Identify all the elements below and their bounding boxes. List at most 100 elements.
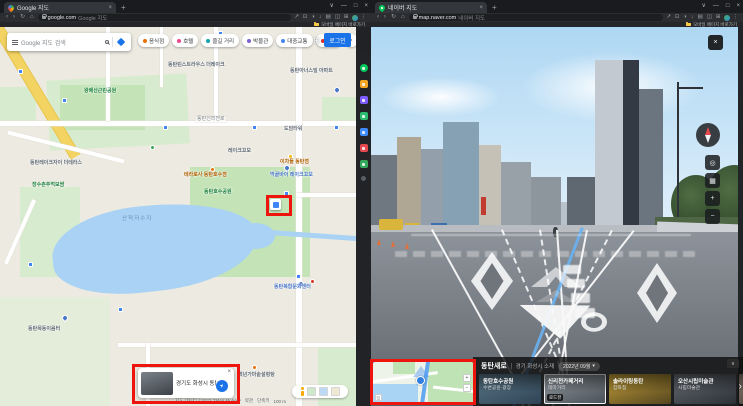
capture-icon[interactable]: ⊡ (674, 13, 681, 22)
map-label: 왕배산근린공원 (84, 88, 117, 94)
lock-icon (412, 14, 418, 19)
compass-control[interactable] (696, 123, 720, 147)
road-paint-glyph (563, 265, 581, 274)
reload-icon[interactable]: ↻ (18, 13, 27, 22)
tab-naver-map[interactable]: 네이버 지도 × (375, 2, 487, 13)
sidebar-icon[interactable]: ▤ (324, 13, 331, 22)
pegman-icon[interactable] (300, 387, 304, 396)
card-place-category: 시립미술관 (678, 386, 701, 391)
menu-icon[interactable]: ⋮ (732, 13, 740, 22)
cards-next-arrow[interactable]: › (739, 381, 742, 392)
split-view-icon[interactable]: ◫ (706, 13, 713, 22)
tab-close-icon[interactable]: × (479, 5, 483, 11)
map-style-thumb[interactable] (331, 387, 340, 396)
lake-inlet (235, 223, 275, 249)
profile-avatar[interactable] (723, 14, 730, 21)
minimap-toggle-button[interactable]: ▦ (705, 173, 720, 188)
sidebar-app-purple[interactable] (359, 96, 368, 104)
maximize-icon[interactable]: □ (726, 1, 730, 11)
forward-icon[interactable]: › (11, 13, 17, 22)
minimize-icon[interactable]: — (341, 1, 347, 11)
map-style-thumb[interactable] (307, 387, 316, 396)
transit-badge (28, 262, 33, 267)
directions-icon[interactable] (116, 37, 126, 47)
panel-card-2[interactable]: 신리천카페거리 테마거리 로드뷰 (544, 374, 606, 404)
chip-1[interactable]: 음식점 (138, 34, 170, 47)
poi-dot[interactable] (252, 365, 257, 370)
chip-2[interactable]: 호텔 (172, 34, 199, 47)
sidebar-app-add[interactable] (361, 176, 366, 181)
panel-card-4[interactable]: 오산시립미술관 시립미술관 (674, 374, 736, 404)
whale-icon[interactable]: ◑ (310, 13, 315, 22)
sidebar-app-blue[interactable] (359, 128, 368, 136)
maps-search-box[interactable]: Google 지도 검색 (7, 33, 131, 51)
panel-header: 동탄새로 경기 화성시 소재 2022년 09월 ▾ (473, 357, 743, 373)
forward-icon[interactable]: › (382, 13, 388, 22)
chip-4[interactable]: 박물관 (242, 34, 274, 47)
minimize-icon[interactable]: — (713, 1, 719, 11)
download-icon[interactable]: ↓ (318, 13, 323, 22)
google-maps-window: Google 지도 × + ∨ — □ × ‹ › ↻ ⌂ google.com Googl… (0, 0, 371, 406)
maximize-icon[interactable]: □ (354, 1, 358, 11)
home-icon[interactable]: ⌂ (399, 13, 407, 22)
sidebar-icon[interactable]: ▤ (696, 13, 703, 22)
profile-avatar[interactable] (351, 14, 358, 21)
share-icon[interactable]: ↗ (665, 13, 672, 22)
capture-icon[interactable]: ⊡ (302, 13, 309, 22)
sidebar-app-green[interactable] (359, 112, 368, 120)
panel-card-3[interactable]: 솔라이팅동탄 잡화점 (609, 374, 671, 404)
roadview-close-button[interactable]: × (708, 35, 723, 50)
search-input[interactable]: Google 지도 검색 (21, 38, 102, 47)
menu-hamburger-icon[interactable] (12, 39, 18, 45)
tab-close-icon[interactable]: × (108, 5, 112, 11)
close-icon[interactable]: × (736, 1, 740, 11)
back-icon[interactable]: ‹ (375, 13, 381, 22)
sidebar-app-orange[interactable] (359, 80, 368, 88)
share-icon[interactable]: ↗ (293, 13, 300, 22)
tab-search-icon[interactable]: ∨ (701, 1, 705, 11)
chip-5[interactable]: 대중교통 (276, 34, 313, 47)
split-view-icon[interactable]: ◫ (334, 13, 341, 22)
poi-dot[interactable] (150, 145, 155, 150)
address-bar[interactable]: map.naver.com 네이버 지도 (408, 14, 664, 21)
download-icon[interactable]: ↓ (690, 13, 695, 22)
poi-pin[interactable] (332, 85, 342, 95)
panel-collapse-button[interactable]: ∨ (727, 359, 739, 368)
map-label: 장수촌주먹보쌈 (32, 182, 65, 188)
extensions-icon[interactable]: ⊞ (715, 13, 722, 22)
menu-icon[interactable]: ⋮ (360, 13, 368, 22)
map-style-switcher[interactable] (292, 385, 348, 398)
tab-google-maps[interactable]: Google 지도 × (4, 2, 116, 13)
apps-grid-icon[interactable]: ⊞ (313, 36, 320, 45)
panel-card-1[interactable]: 동탄호수공원 수변공원·광장 (479, 374, 541, 404)
sidebar-app-red[interactable] (359, 144, 368, 152)
chip-3[interactable]: 즐길 거리 (201, 34, 240, 47)
transit-badge (18, 69, 23, 74)
zoom-in-button[interactable]: + (705, 191, 720, 206)
roadview-viewport[interactable]: × ◎ ▦ + − 동탄새로 경기 화성시 소재 2022년 09월 ▾ 동탄호… (371, 27, 743, 406)
new-tab-button[interactable]: + (121, 3, 126, 13)
zoom-out-button[interactable]: − (705, 209, 720, 224)
measure-button[interactable]: ◎ (705, 155, 720, 170)
address-bar[interactable]: google.com Google 지도 (37, 14, 292, 21)
reload-icon[interactable]: ↻ (389, 13, 398, 22)
login-button[interactable]: 로그인 (324, 33, 351, 47)
sidebar-app-naver[interactable] (359, 64, 368, 72)
extensions-icon[interactable]: ⊞ (343, 13, 350, 22)
sidebar-app-drive[interactable] (359, 160, 368, 168)
back-icon[interactable]: ‹ (4, 13, 10, 22)
chip-icon (177, 38, 182, 43)
close-icon[interactable]: × (364, 1, 368, 11)
map-style-thumb[interactable] (319, 387, 328, 396)
home-icon[interactable]: ⌂ (28, 13, 36, 22)
tab-search-icon[interactable]: ∨ (329, 1, 333, 11)
whale-icon[interactable]: ◑ (682, 13, 687, 22)
capture-date-dropdown[interactable]: 2022년 09월 ▾ (558, 361, 600, 371)
map-canvas[interactable]: 동탄린스트라우스 더레이크 동탄아너스빌 아파트 왕배산근린공원 동탄신리천로 도담타워… (0, 27, 356, 406)
terms-link[interactable]: 약관 (245, 398, 253, 404)
shortcuts-link[interactable]: 단축키 (257, 398, 269, 404)
chip-icon (247, 38, 252, 43)
building (479, 145, 501, 232)
new-tab-button[interactable]: + (492, 3, 497, 13)
search-icon[interactable] (105, 40, 109, 44)
